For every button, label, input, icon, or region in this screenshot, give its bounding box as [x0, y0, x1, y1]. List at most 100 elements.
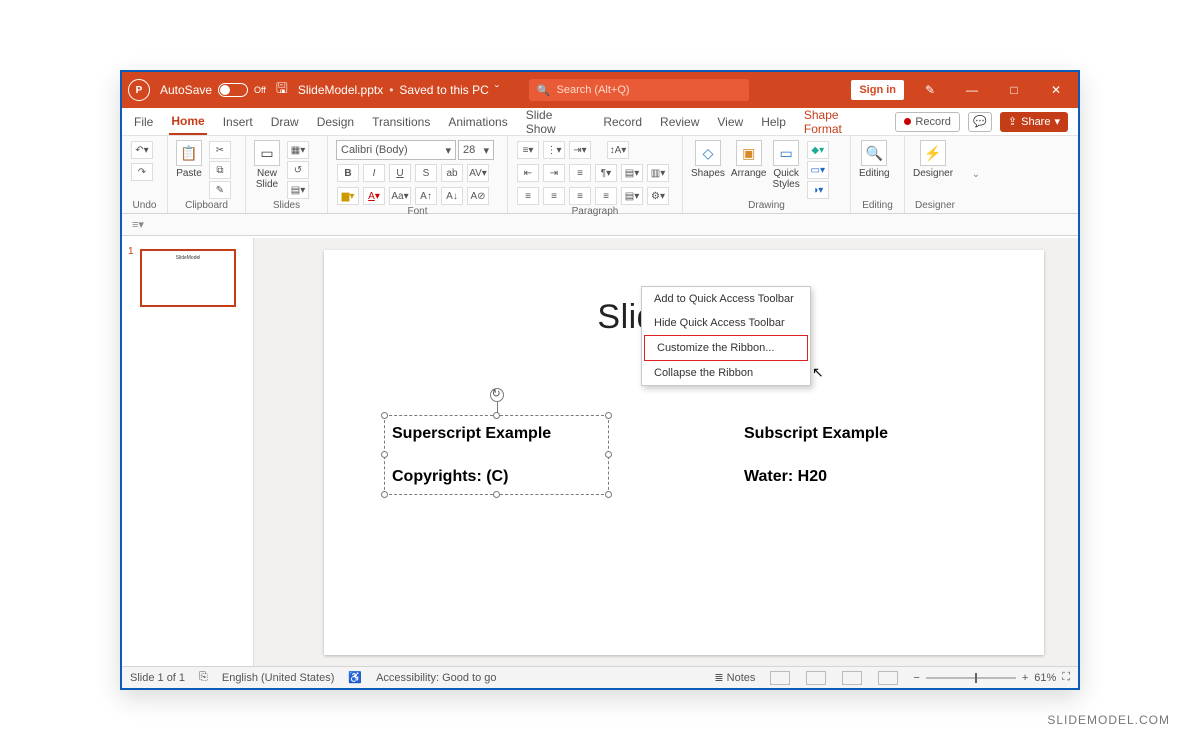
shape-effects-button[interactable]: ◑▾: [807, 181, 829, 199]
italic-button[interactable]: I: [363, 164, 385, 182]
layout-button[interactable]: ▦▾: [287, 141, 309, 159]
left-body[interactable]: Copyrights: (C): [392, 468, 508, 486]
reading-view-icon[interactable]: [842, 671, 862, 685]
ribbon-display-icon[interactable]: ✎: [914, 72, 946, 108]
zoom-in-icon[interactable]: +: [1022, 672, 1028, 684]
tab-file[interactable]: File: [132, 108, 155, 135]
ctx-collapse-ribbon[interactable]: Collapse the Ribbon: [642, 361, 810, 385]
zoom-slider[interactable]: [926, 677, 1016, 679]
list-level-button[interactable]: ⇥▾: [569, 141, 591, 159]
tab-insert[interactable]: Insert: [221, 108, 255, 135]
tab-design[interactable]: Design: [315, 108, 356, 135]
copy-button[interactable]: ⧉: [209, 161, 231, 179]
columns-button[interactable]: ▥▾: [647, 164, 669, 182]
shadow-button[interactable]: ab: [441, 164, 463, 182]
resize-handle[interactable]: [381, 491, 388, 498]
grow-font-button[interactable]: A↑: [415, 187, 437, 205]
maximize-icon[interactable]: □: [998, 72, 1030, 108]
tab-home[interactable]: Home: [169, 108, 206, 135]
shape-fill-button[interactable]: ◆▾: [807, 141, 829, 159]
tab-animations[interactable]: Animations: [446, 108, 509, 135]
resize-handle[interactable]: [605, 412, 612, 419]
line-spacing-button[interactable]: ≡: [569, 164, 591, 182]
resize-handle[interactable]: [493, 491, 500, 498]
tab-help[interactable]: Help: [759, 108, 788, 135]
save-icon[interactable]: 🖫: [276, 78, 288, 102]
share-button[interactable]: ⇪Share▾: [1000, 112, 1068, 132]
redo-button[interactable]: ↷: [131, 163, 153, 181]
minimize-icon[interactable]: —: [956, 72, 988, 108]
normal-view-icon[interactable]: [770, 671, 790, 685]
comments-button[interactable]: 💬: [968, 112, 992, 132]
chevron-down-icon[interactable]: ˇ: [495, 83, 499, 97]
numbering-button[interactable]: ⋮▾: [543, 141, 565, 159]
record-button[interactable]: Record: [895, 112, 959, 132]
accessibility-icon[interactable]: ♿: [348, 671, 362, 684]
align-left-button[interactable]: ≡: [517, 187, 539, 205]
zoom-out-icon[interactable]: −: [913, 672, 919, 684]
status-language[interactable]: English (United States): [222, 672, 335, 684]
font-color-button[interactable]: A▾: [363, 187, 385, 205]
quick-styles-button[interactable]: ▭Quick Styles: [773, 140, 800, 190]
tab-draw[interactable]: Draw: [269, 108, 301, 135]
paragraph-marks-button[interactable]: ¶▾: [595, 164, 617, 182]
designer-button[interactable]: ⚡Designer: [913, 140, 953, 179]
distribute-button[interactable]: ▤▾: [621, 187, 643, 205]
cut-button[interactable]: ✂: [209, 141, 231, 159]
sorter-view-icon[interactable]: [806, 671, 826, 685]
new-slide-button[interactable]: ▭New Slide: [254, 140, 280, 190]
bullets-button[interactable]: ≡▾: [517, 141, 539, 159]
slide-canvas-area[interactable]: SlideModel Superscript Example Copyright…: [254, 238, 1078, 666]
right-heading[interactable]: Subscript Example: [744, 425, 888, 443]
tab-view[interactable]: View: [715, 108, 745, 135]
underline-button[interactable]: U: [389, 164, 411, 182]
left-heading[interactable]: Superscript Example: [392, 425, 551, 443]
resize-handle[interactable]: [493, 412, 500, 419]
right-body[interactable]: Water: H20: [744, 468, 827, 486]
smartart-button[interactable]: ⚙▾: [647, 187, 669, 205]
undo-button[interactable]: ↶▾: [131, 141, 153, 159]
spacing-button[interactable]: AV▾: [467, 164, 489, 182]
zoom-control[interactable]: − + 61% ⛶: [913, 671, 1070, 684]
font-name-selector[interactable]: Calibri (Body)▾: [336, 140, 456, 160]
ctx-hide-qat[interactable]: Hide Quick Access Toolbar: [642, 311, 810, 335]
align-text-button[interactable]: ▤▾: [621, 164, 643, 182]
slide-thumbnail-panel[interactable]: 1 SlideModel: [122, 238, 254, 666]
toggle-off-icon[interactable]: [218, 83, 248, 97]
qat-customize-icon[interactable]: ≡▾: [132, 218, 144, 231]
close-icon[interactable]: ✕: [1040, 72, 1072, 108]
clear-format-button[interactable]: A⊘: [467, 187, 489, 205]
tab-record[interactable]: Record: [601, 108, 644, 135]
tab-transitions[interactable]: Transitions: [370, 108, 432, 135]
shapes-button[interactable]: ◇Shapes: [691, 140, 725, 179]
tab-slideshow[interactable]: Slide Show: [524, 108, 588, 135]
bold-button[interactable]: B: [337, 164, 359, 182]
shrink-font-button[interactable]: A↓: [441, 187, 463, 205]
signin-button[interactable]: Sign in: [851, 80, 904, 100]
resize-handle[interactable]: [381, 451, 388, 458]
zoom-value[interactable]: 61%: [1034, 672, 1056, 684]
format-painter-button[interactable]: ✎: [209, 181, 231, 199]
tab-shape-format[interactable]: Shape Format: [802, 108, 882, 135]
editing-button[interactable]: 🔍Editing: [859, 140, 890, 179]
justify-button[interactable]: ≡: [595, 187, 617, 205]
resize-handle[interactable]: [605, 491, 612, 498]
font-size-selector[interactable]: 28▾: [458, 140, 494, 160]
document-title[interactable]: SlideModel.pptx • Saved to this PC ˇ: [298, 83, 499, 97]
decrease-indent-button[interactable]: ⇤: [517, 164, 539, 182]
collapse-ribbon-icon[interactable]: ⌄: [965, 136, 987, 213]
slideshow-view-icon[interactable]: [878, 671, 898, 685]
slide-thumbnail-1[interactable]: SlideModel: [140, 249, 236, 307]
status-accessibility[interactable]: Accessibility: Good to go: [376, 672, 496, 684]
ctx-add-qat[interactable]: Add to Quick Access Toolbar: [642, 287, 810, 311]
autosave-toggle[interactable]: AutoSave Off: [160, 83, 266, 97]
search-box[interactable]: 🔍 Search (Alt+Q): [529, 79, 749, 101]
change-case-button[interactable]: Aa▾: [389, 187, 411, 205]
arrange-button[interactable]: ▣Arrange: [731, 140, 767, 179]
resize-handle[interactable]: [605, 451, 612, 458]
tab-review[interactable]: Review: [658, 108, 701, 135]
align-right-button[interactable]: ≡: [569, 187, 591, 205]
increase-indent-button[interactable]: ⇥: [543, 164, 565, 182]
highlight-button[interactable]: ▆▾: [337, 187, 359, 205]
reset-button[interactable]: ↺: [287, 161, 309, 179]
